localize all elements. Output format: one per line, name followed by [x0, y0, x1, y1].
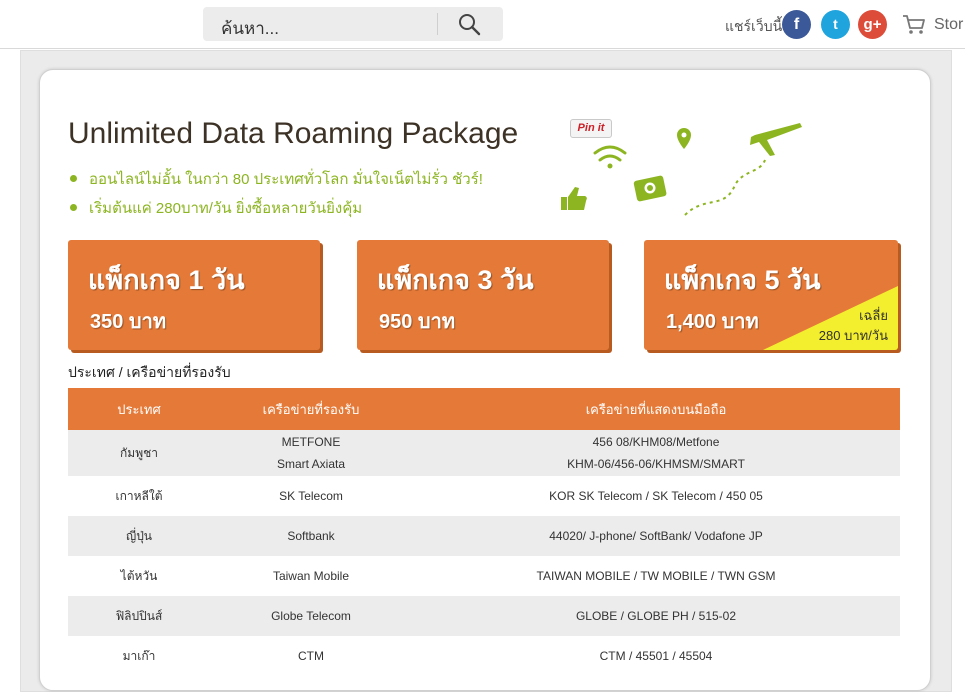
package-price: 350 บาท	[90, 311, 167, 333]
average-price-text: เฉลี่ย 280 บาท/วัน	[819, 306, 888, 346]
network-name: METFONE	[281, 435, 341, 449]
plane-icon	[750, 123, 802, 156]
table-caption: ประเทศ / เครือข่ายที่รองรับ	[68, 364, 231, 380]
facebook-icon[interactable]: f	[782, 10, 811, 39]
display-cell: KOR SK Telecom / SK Telecom / 450 05	[412, 476, 900, 516]
top-bar: ค้นหา... แชร์เว็บนี้ f t g+ Stor	[0, 0, 965, 49]
table-header-row: ประเทศ เครือข่ายที่รองรับ เครือข่ายที่แส…	[68, 388, 900, 430]
share-label: แชร์เว็บนี้	[725, 18, 783, 34]
country-cell: มาเก๊า	[68, 636, 210, 676]
bullet-item: เริ่มต้นแค่ 280บาท/วัน ยิ่งซื้อหลายวันยิ…	[70, 196, 362, 220]
location-pin-icon	[677, 128, 691, 149]
header-network: เครือข่ายที่รองรับ	[210, 388, 412, 430]
bullet-dot	[70, 203, 77, 211]
country-cell: ญี่ปุ่น	[68, 516, 210, 556]
display-cell: 44020/ J-phone/ SoftBank/ Vodafone JP	[412, 516, 900, 556]
package-price: 950 บาท	[379, 311, 456, 333]
wifi-icon	[593, 145, 627, 169]
bullet-text: เริ่มต้นแค่ 280บาท/วัน ยิ่งซื้อหลายวันยิ…	[89, 200, 363, 217]
twitter-icon[interactable]: t	[821, 10, 850, 39]
package-card-3day[interactable]: แพ็กเกจ 3 วัน 950 บาท	[357, 240, 609, 350]
country-cell: ฟิลิปปินส์	[68, 596, 210, 636]
package-card-5day[interactable]: แพ็กเกจ 5 วัน 1,400 บาท เฉลี่ย 280 บาท/ว…	[644, 240, 898, 350]
search-divider	[437, 13, 438, 35]
googleplus-icon[interactable]: g+	[858, 10, 887, 39]
display-cell: 456 08/KHM08/Metfone KHM-06/456-06/KHMSM…	[412, 430, 900, 476]
bullet-text: ออนไลน์ไม่อั้น ในกว่า 80 ประเทศทั่วโลก ม…	[89, 171, 483, 188]
page-title: Unlimited Data Roaming Package	[68, 117, 519, 150]
thumbs-up-icon	[561, 187, 587, 210]
network-cell: SK Telecom	[210, 476, 412, 516]
table-row: ญี่ปุ่น Softbank 44020/ J-phone/ SoftBan…	[68, 516, 900, 556]
package-price: 1,400 บาท	[666, 311, 759, 333]
display-name: KHM-06/456-06/KHMSM/SMART	[567, 457, 745, 471]
travel-illustration	[561, 123, 802, 216]
average-value: 280 บาท/วัน	[818, 328, 888, 343]
network-name: Smart Axiata	[276, 457, 346, 471]
display-cell: CTM / 45501 / 45504	[412, 636, 900, 676]
search-icon[interactable]	[455, 11, 485, 37]
table-row: เกาหลีใต้ SK Telecom KOR SK Telecom / SK…	[68, 476, 900, 516]
cart-icon[interactable]	[902, 14, 926, 36]
network-cell: Softbank	[210, 516, 412, 556]
bullet-item: ออนไลน์ไม่อั้น ในกว่า 80 ประเทศทั่วโลก ม…	[70, 167, 483, 191]
camera-icon	[633, 175, 667, 202]
network-table: ประเทศ เครือข่ายที่รองรับ เครือข่ายที่แส…	[68, 388, 900, 676]
package-title: แพ็กเกจ 1 วัน	[88, 265, 245, 295]
bullet-dot	[70, 174, 77, 182]
display-name: 456 08/KHM08/Metfone	[592, 435, 720, 449]
average-label: เฉลี่ย	[859, 308, 888, 323]
table-row: ฟิลิปปินส์ Globe Telecom GLOBE / GLOBE P…	[68, 596, 900, 636]
country-cell: กัมพูชา	[68, 430, 210, 476]
network-cell: Taiwan Mobile	[210, 556, 412, 596]
table-row: มาเก๊า CTM CTM / 45501 / 45504	[68, 636, 900, 676]
header-display: เครือข่ายที่แสดงบนมือถือ	[412, 388, 900, 430]
search-input[interactable]: ค้นหา...	[221, 15, 279, 42]
header-country: ประเทศ	[68, 388, 210, 430]
search-box[interactable]: ค้นหา...	[203, 7, 503, 41]
country-cell: เกาหลีใต้	[68, 476, 210, 516]
table-row: ไต้หวัน Taiwan Mobile TAIWAN MOBILE / TW…	[68, 556, 900, 596]
table-row: กัมพูชา METFONE Smart Axiata 456 08/KHM0…	[68, 430, 900, 476]
country-cell: ไต้หวัน	[68, 556, 210, 596]
display-cell: GLOBE / GLOBE PH / 515-02	[412, 596, 900, 636]
package-title: แพ็กเกจ 3 วัน	[377, 265, 534, 295]
display-cell: TAIWAN MOBILE / TW MOBILE / TWN GSM	[412, 556, 900, 596]
network-cell: CTM	[210, 636, 412, 676]
store-link[interactable]: Stor	[934, 16, 963, 34]
network-cell: Globe Telecom	[210, 596, 412, 636]
flight-path	[684, 159, 766, 216]
network-cell: METFONE Smart Axiata	[210, 430, 412, 476]
package-card-1day[interactable]: แพ็กเกจ 1 วัน 350 บาท	[68, 240, 320, 350]
